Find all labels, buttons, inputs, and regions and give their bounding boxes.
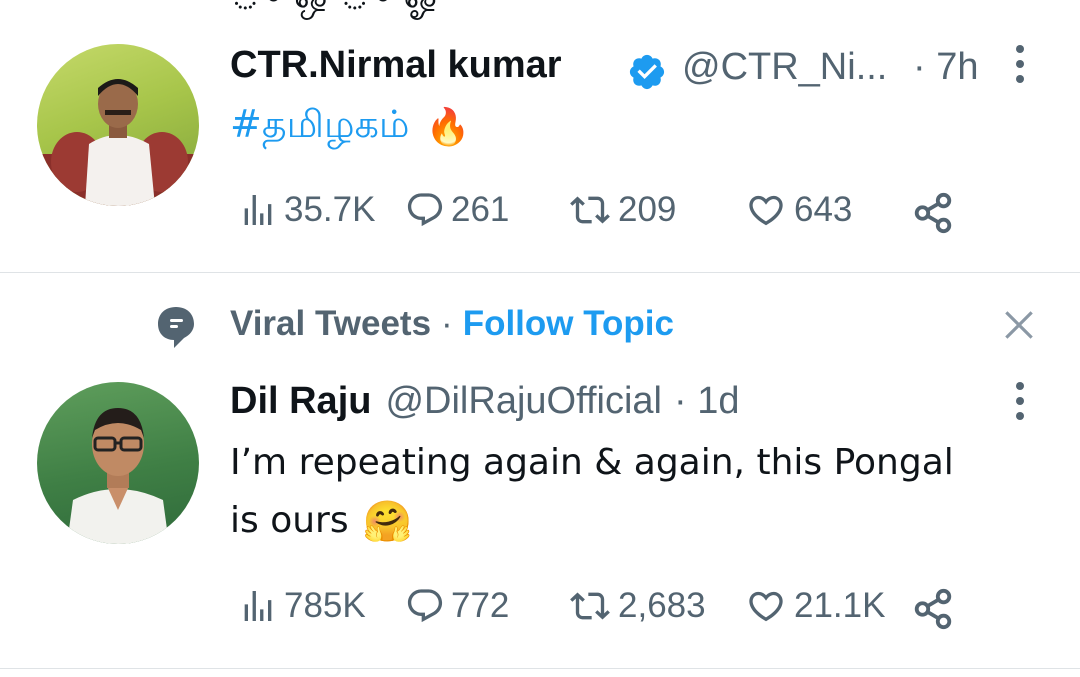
reply-count: 261 xyxy=(451,190,510,229)
tweet-text-line2: is ours xyxy=(230,500,349,541)
more-icon[interactable] xyxy=(1016,45,1024,90)
reply-icon xyxy=(407,193,443,227)
share-icon[interactable] xyxy=(910,586,956,637)
like-count: 643 xyxy=(794,190,853,229)
like-icon xyxy=(749,195,783,226)
views-count: 35.7K xyxy=(284,190,376,229)
reply-action[interactable]: 772 xyxy=(405,586,509,626)
close-icon[interactable] xyxy=(1000,306,1038,349)
topic-label[interactable]: Viral Tweets xyxy=(230,304,431,344)
avatar-ctr-nirmal[interactable] xyxy=(37,44,199,206)
author-handle[interactable]: @DilRajuOfficial xyxy=(385,380,662,423)
more-icon[interactable] xyxy=(1016,382,1024,427)
retweet-icon xyxy=(570,196,610,224)
retweet-count: 2,683 xyxy=(618,586,706,625)
avatar-photo xyxy=(37,79,199,206)
share-icon[interactable] xyxy=(910,190,956,241)
reply-action[interactable]: 261 xyxy=(405,190,509,230)
like-count: 21.1K xyxy=(794,586,886,625)
retweet-icon xyxy=(570,592,610,620)
views-action[interactable]: 785K xyxy=(238,586,366,626)
avatar-photo xyxy=(67,408,169,544)
reply-count: 772 xyxy=(451,586,510,625)
author-name[interactable]: CTR.Nirmal kumar xyxy=(230,44,562,87)
views-icon xyxy=(244,591,272,621)
tweet-divider xyxy=(0,272,1080,273)
retweet-count: 209 xyxy=(618,190,677,229)
views-icon xyxy=(244,195,272,225)
tweet-time[interactable]: · 1d xyxy=(674,380,739,423)
like-icon xyxy=(749,591,783,622)
avatar-dil-raju[interactable] xyxy=(37,382,199,544)
reply-icon xyxy=(407,589,443,623)
tweet-time[interactable]: · 7h xyxy=(913,46,978,89)
tweet-text-line1: I’m repeating again & again, this Pongal xyxy=(230,442,954,483)
like-action[interactable]: 21.1K xyxy=(744,586,885,626)
clipped-previous-text: ு ஒ ு ஓ xyxy=(230,0,437,23)
fire-emoji: 🔥 xyxy=(425,106,471,147)
tweet-divider xyxy=(0,668,1080,669)
author-handle[interactable]: @CTR_Ni... xyxy=(682,46,887,89)
follow-topic-button[interactable]: Follow Topic xyxy=(463,304,674,344)
views-action[interactable]: 35.7K xyxy=(238,190,375,230)
hashtag-link[interactable]: #தமிழகம் xyxy=(230,102,409,152)
like-action[interactable]: 643 xyxy=(744,190,852,230)
author-name[interactable]: Dil Raju xyxy=(230,380,371,423)
views-count: 785K xyxy=(284,586,366,625)
verified-icon xyxy=(627,52,667,97)
hugging-emoji: 🤗 xyxy=(362,499,413,544)
topic-separator: · xyxy=(441,304,453,343)
retweet-action[interactable]: 2,683 xyxy=(568,586,706,626)
topic-icon xyxy=(156,305,196,354)
retweet-action[interactable]: 209 xyxy=(568,190,676,230)
